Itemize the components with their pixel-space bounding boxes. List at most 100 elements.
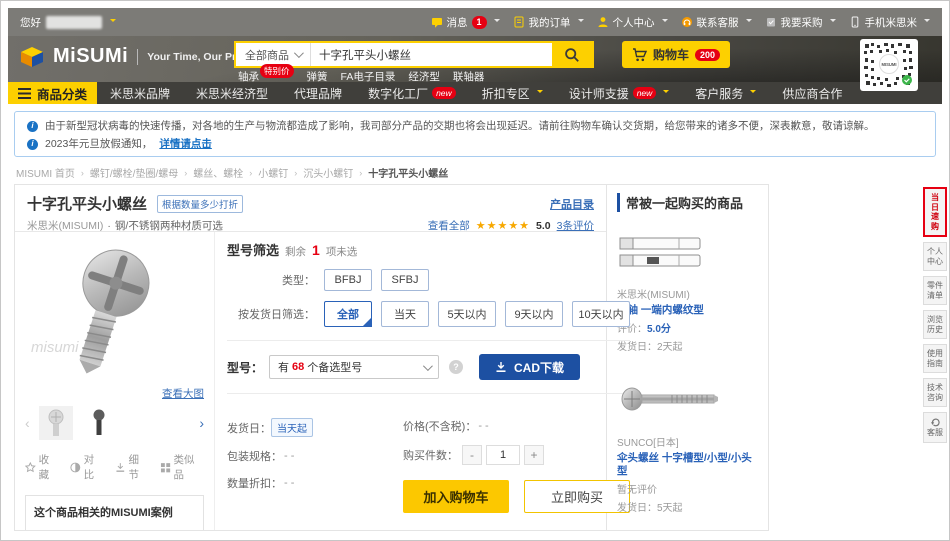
nav-item-supplier-cooperation[interactable]: 供应商合作 xyxy=(769,82,855,104)
mobile-site-link[interactable]: 手机米思米 xyxy=(849,15,931,30)
topbar-links: 消息 1 我的订单 个人中心 联系客服 我要采购 手机米思米 xyxy=(431,15,931,30)
cart-count-badge: 200 xyxy=(695,49,720,61)
case-thumbnail[interactable] xyxy=(34,528,72,531)
nav-item-discount-zone[interactable]: 折扣专区 xyxy=(469,82,556,104)
topbar: 您好 消息 1 我的订单 个人中心 联系客服 我要采购 xyxy=(8,8,942,36)
misumi-logo[interactable]: MiSUMi Your Time, Our Priority xyxy=(20,45,262,68)
search-button[interactable] xyxy=(552,43,592,66)
help-icon[interactable]: ? xyxy=(449,360,463,374)
delivery-option-sameday[interactable]: 当天 xyxy=(381,301,429,327)
pan-head-screw-image[interactable] xyxy=(617,377,735,421)
search-input[interactable] xyxy=(311,43,552,66)
chevron-down-icon xyxy=(662,19,668,25)
related-item: 米思米(MISUMI) 转轴 一端内螺纹型 评价：5.0分 发货日：2天起 xyxy=(617,236,758,353)
nav-item-designer-support[interactable]: 设计师支援 new xyxy=(556,82,683,104)
thumbnail-1[interactable] xyxy=(39,406,73,440)
qty-increase-button[interactable]: + xyxy=(524,445,544,465)
thumbnail-carousel: ‹ › xyxy=(25,406,204,440)
qty-decrease-button[interactable]: - xyxy=(462,445,482,465)
delivery-option-10days[interactable]: 10天以内 xyxy=(572,301,630,327)
add-to-cart-button[interactable]: 加入购物车 xyxy=(403,480,509,513)
flat-head-screw-image xyxy=(40,241,190,381)
remaining-count: 1 xyxy=(312,242,320,258)
search-category-dropdown[interactable]: 全部商品 xyxy=(236,43,311,66)
chevron-down-icon xyxy=(494,19,500,25)
chevron-down-icon xyxy=(578,19,584,25)
view-large-image-link[interactable]: 查看大图 xyxy=(25,386,204,401)
my-orders-link[interactable]: 我的订单 xyxy=(513,15,584,30)
related-product-link[interactable]: 伞头螺丝 十字槽型/小型/小头型 xyxy=(617,452,758,478)
page-title: 十字孔平头小螺丝 xyxy=(27,193,147,214)
chevron-down-icon xyxy=(924,19,930,25)
view-all-link[interactable]: 查看全部 xyxy=(428,218,470,233)
delivery-option-9days[interactable]: 9天以内 xyxy=(505,301,563,327)
cart-icon xyxy=(632,48,647,62)
greeting-text: 您好 xyxy=(20,15,41,30)
notice-text-2: 2023年元旦放假通知， xyxy=(45,135,152,153)
side-item-browse-history[interactable]: 浏览历史 xyxy=(923,310,947,339)
delivery-option-5days[interactable]: 5天以内 xyxy=(438,301,496,327)
nav-catalog-button[interactable]: 商品分类 xyxy=(8,82,97,104)
product-catalog-link[interactable]: 产品目录 xyxy=(550,196,594,212)
breadcrumb: MISUMI 首页 › 螺钉/螺栓/垫圈/螺母 › 螺丝、螺栓 › 小螺钉 › … xyxy=(16,165,448,180)
side-item-sameday-purchase[interactable]: 当日速购 xyxy=(923,187,947,237)
similar-items-button[interactable]: 类似品 xyxy=(160,452,204,482)
product-main-image[interactable]: misumi xyxy=(25,238,204,384)
star-rating-icons: ★★★★★ xyxy=(476,219,530,232)
chevron-down-icon xyxy=(663,90,669,96)
truss-head-screw-image[interactable] xyxy=(617,524,735,530)
side-item-tech-support[interactable]: 技术咨询 xyxy=(923,378,947,407)
breadcrumb-home[interactable]: MISUMI 首页 xyxy=(16,165,75,180)
account-link[interactable]: 个人中心 xyxy=(597,15,668,30)
side-item-account[interactable]: 个人中心 xyxy=(923,242,947,271)
message-icon xyxy=(431,16,443,28)
rating-score: 5.0 xyxy=(536,220,551,232)
thumbnail-2[interactable] xyxy=(82,406,116,440)
nav-item-agency-brand[interactable]: 代理品牌 xyxy=(281,82,355,104)
breadcrumb-level-2[interactable]: 螺丝、螺栓 xyxy=(193,165,243,180)
detail-download-button[interactable]: 细节 xyxy=(115,452,149,482)
carousel-prev-icon[interactable]: ‹ xyxy=(25,416,30,430)
nav-item-misumi-economy[interactable]: 米思米经济型 xyxy=(183,82,281,104)
screw-thumbnail-dark xyxy=(88,408,110,438)
product-image-column: misumi 查看大图 ‹ xyxy=(15,232,215,531)
cart-button[interactable]: 购物车 200 xyxy=(622,41,730,68)
qty-value[interactable]: 1 xyxy=(486,445,520,465)
notice-detail-link[interactable]: 详情请点击 xyxy=(159,135,212,153)
contact-service-link[interactable]: 联系客服 xyxy=(681,15,752,30)
nav-item-customer-service[interactable]: 客户服务 xyxy=(682,82,769,104)
type-option-bfbj[interactable]: BFBJ xyxy=(324,269,372,291)
delivery-option-all[interactable]: 全部 xyxy=(324,301,372,327)
nav-item-misumi-brand[interactable]: 米思米品牌 xyxy=(97,82,183,104)
procurement-link[interactable]: 我要采购 xyxy=(765,15,836,30)
favorite-button[interactable]: 收藏 xyxy=(25,452,59,482)
nav-item-digital-factory[interactable]: 数字化工厂 new xyxy=(355,82,469,104)
download-icon xyxy=(115,462,126,473)
messages-link[interactable]: 消息 1 xyxy=(431,15,500,30)
cad-download-button[interactable]: CAD下载 xyxy=(479,354,580,380)
related-delivery: 发货日：5天起 xyxy=(617,499,758,514)
headset-icon xyxy=(681,16,693,28)
chevron-down-icon xyxy=(746,19,752,25)
side-item-customer-service[interactable]: 客服 xyxy=(923,412,947,443)
carousel-next-icon[interactable]: › xyxy=(199,416,204,430)
side-item-user-guide[interactable]: 使用指南 xyxy=(923,344,947,373)
related-item xyxy=(617,524,758,530)
review-count-link[interactable]: 3条评价 xyxy=(557,218,594,233)
similar-icon xyxy=(160,462,171,473)
compare-button[interactable]: 对比 xyxy=(70,452,104,482)
breadcrumb-level-4[interactable]: 沉头小螺钉 xyxy=(303,165,353,180)
cart-label: 购物车 xyxy=(653,46,689,63)
new-badge: new xyxy=(633,87,657,99)
username-redacted[interactable] xyxy=(46,16,102,29)
breadcrumb-level-3[interactable]: 小螺钉 xyxy=(258,165,288,180)
side-item-parts-list[interactable]: 零件清单 xyxy=(923,276,947,305)
related-item: SUNCO[日本] 伞头螺丝 十字槽型/小型/小头型 暂无评价 发货日：5天起 xyxy=(617,377,758,514)
breadcrumb-level-1[interactable]: 螺钉/螺栓/垫圈/螺母 xyxy=(90,165,178,180)
download-icon xyxy=(495,361,507,373)
qty-discount-value: - - xyxy=(284,477,294,489)
shaft-product-image[interactable] xyxy=(617,236,709,270)
type-option-sfbj[interactable]: SFBJ xyxy=(381,269,429,291)
related-product-link[interactable]: 转轴 一端内螺纹型 xyxy=(617,304,758,317)
model-select-dropdown[interactable]: 有 68 个备选型号 xyxy=(269,355,439,379)
